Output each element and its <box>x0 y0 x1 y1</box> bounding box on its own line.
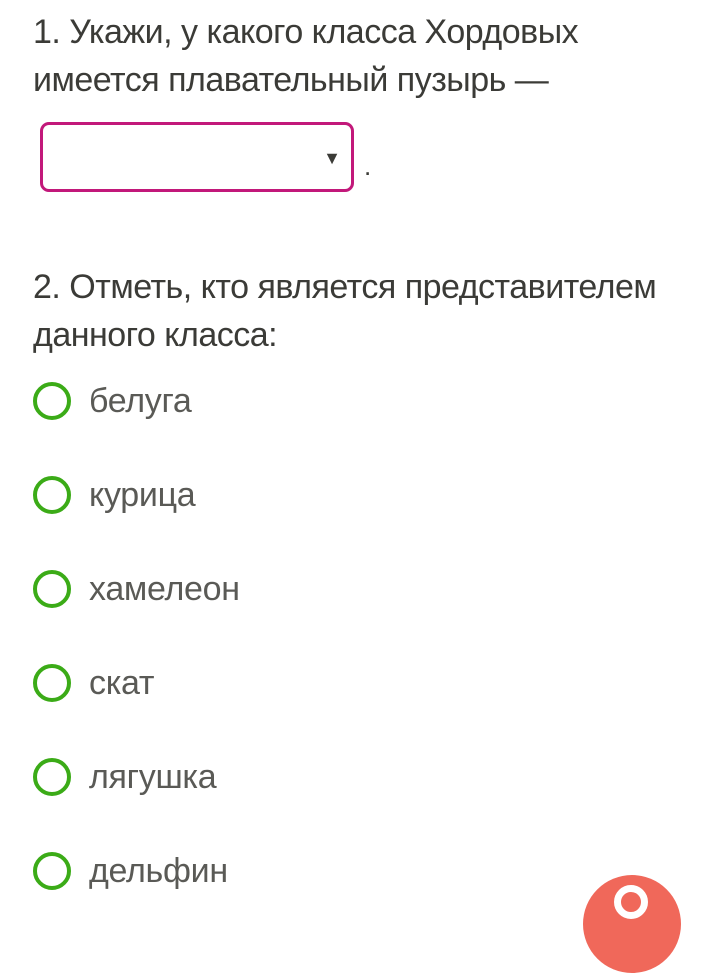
radio-button-icon[interactable] <box>33 758 71 796</box>
dropdown-arrow-icon: ▼ <box>323 148 341 168</box>
radio-button-icon[interactable] <box>33 476 71 514</box>
help-fab-button[interactable] <box>583 875 681 973</box>
option-frog[interactable]: лягушка <box>33 749 240 805</box>
answer-dropdown[interactable]: ▼ <box>40 122 354 192</box>
answer-options-list: белуга курица хамелеон скат лягушка дель… <box>33 373 240 937</box>
radio-button-icon[interactable] <box>33 382 71 420</box>
option-label: хамелеон <box>89 569 240 608</box>
radio-button-icon[interactable] <box>33 570 71 608</box>
option-label: белуга <box>89 381 192 420</box>
radio-button-icon[interactable] <box>33 664 71 702</box>
option-label: курица <box>89 475 196 514</box>
help-fab-icon <box>614 885 648 919</box>
option-ray[interactable]: скат <box>33 655 240 711</box>
option-chameleon[interactable]: хамелеон <box>33 561 240 617</box>
option-label: дельфин <box>89 851 228 890</box>
option-chicken[interactable]: курица <box>33 467 240 523</box>
option-beluga[interactable]: белуга <box>33 373 240 429</box>
radio-button-icon[interactable] <box>33 852 71 890</box>
sentence-period: . <box>364 150 372 181</box>
option-label: лягушка <box>89 757 217 796</box>
question-2-text: 2. Отметь, кто является представителем д… <box>33 268 657 354</box>
option-dolphin[interactable]: дельфин <box>33 843 240 899</box>
question-1-text: 1. Укажи, у какого класса Хордовых имеет… <box>33 13 579 99</box>
question-1-answer-row: ▼ . <box>40 122 371 192</box>
option-label: скат <box>89 663 155 702</box>
